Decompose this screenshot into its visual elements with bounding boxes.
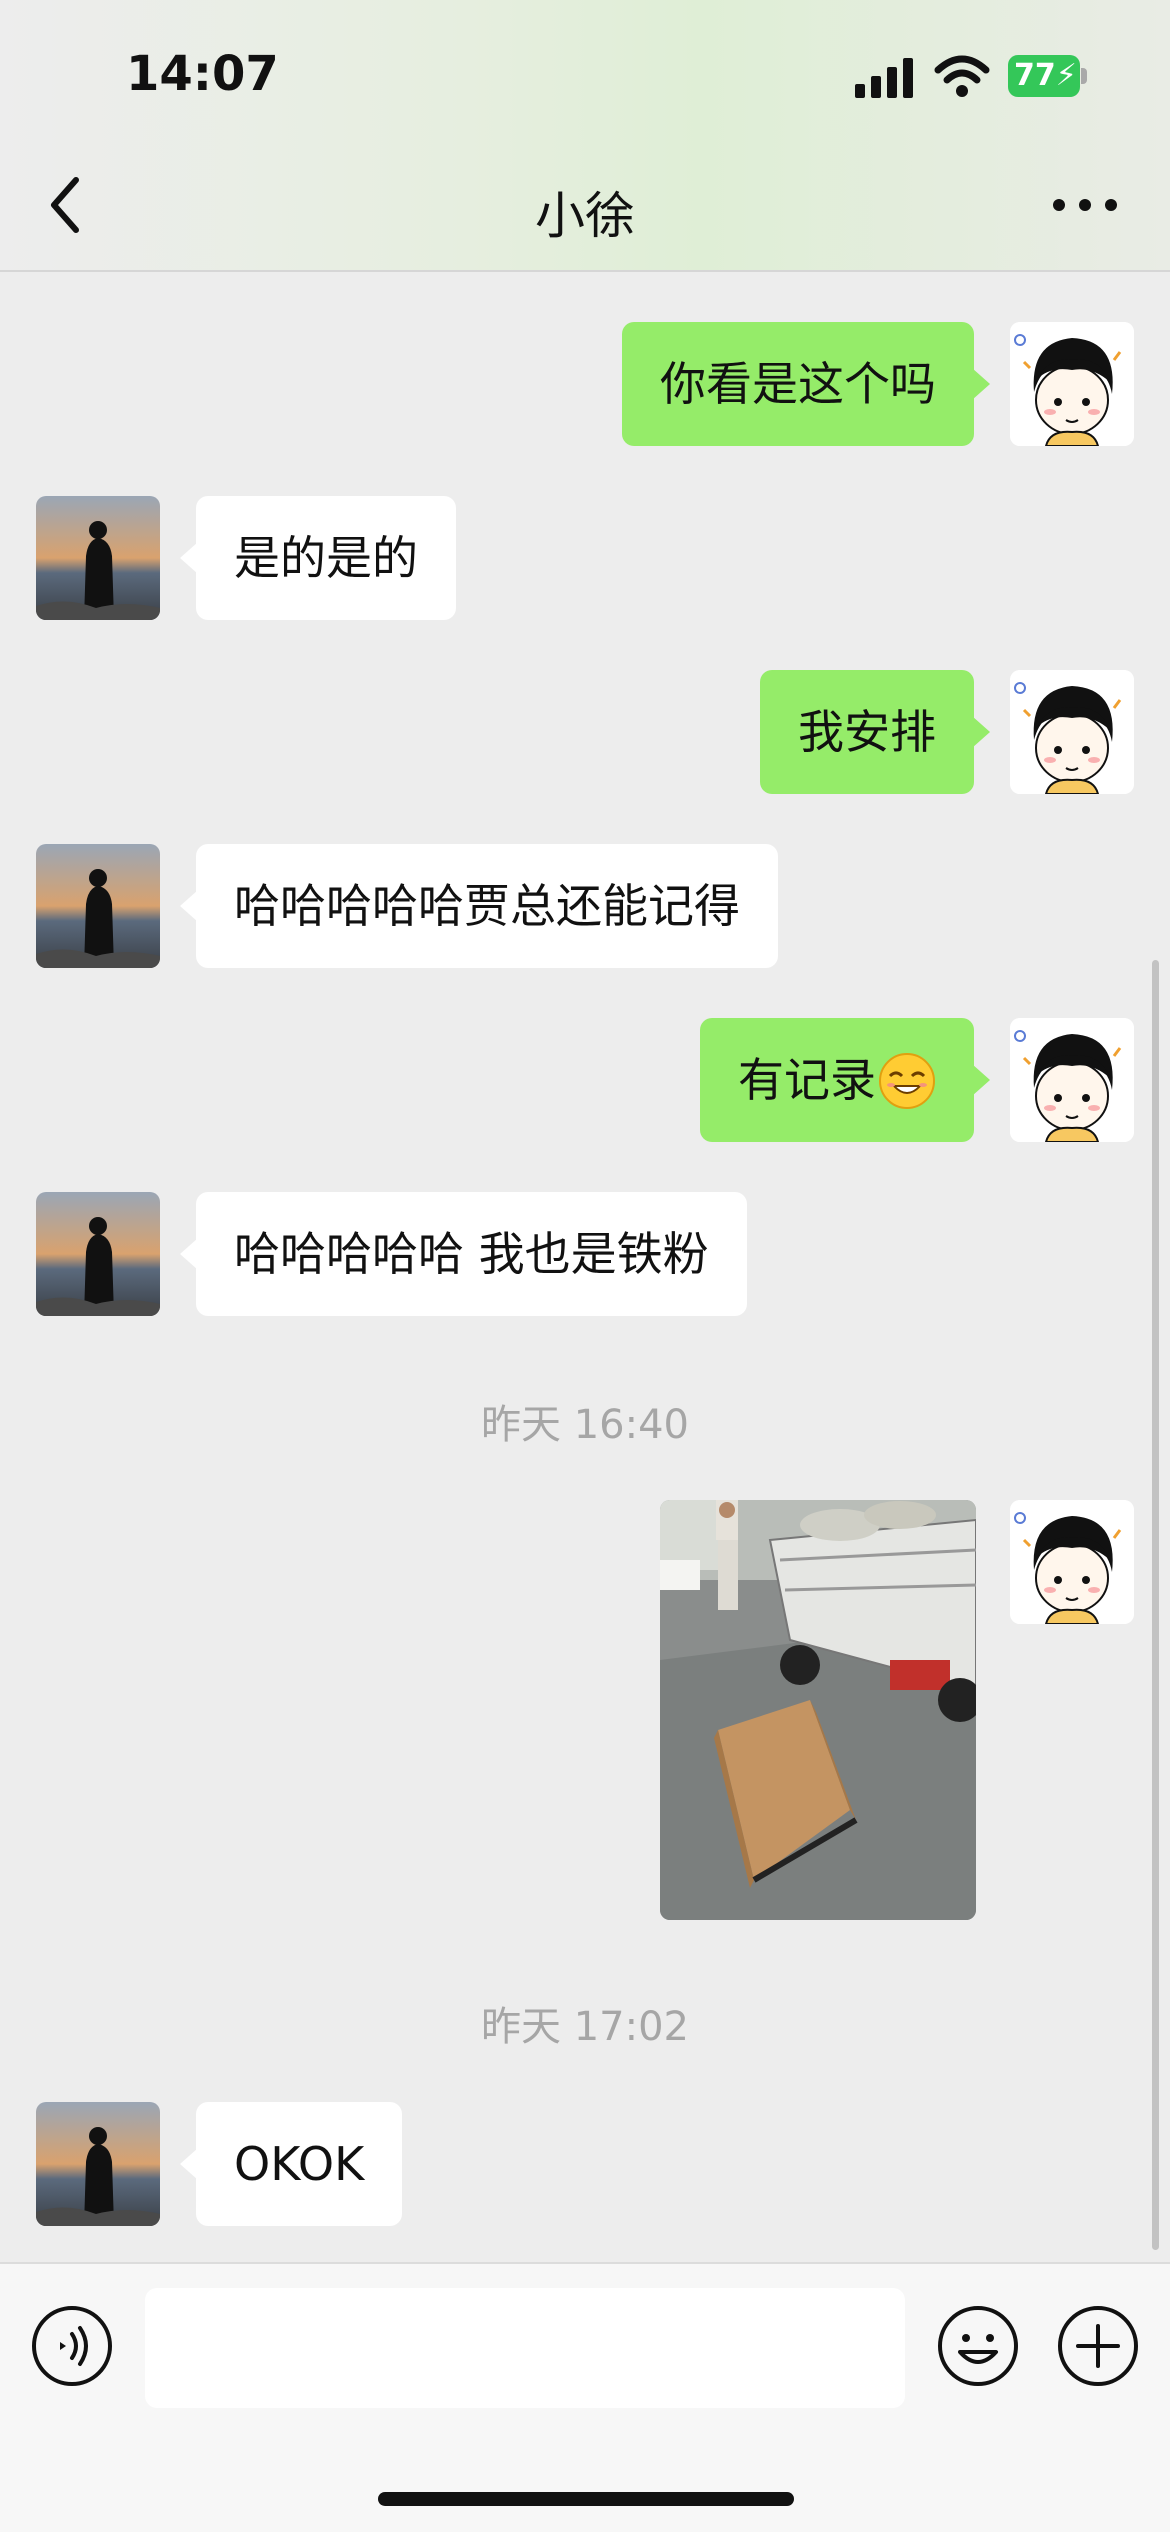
chat-header: 14:07 77⚡ 小徐 (0, 0, 1170, 272)
home-indicator[interactable] (378, 2492, 794, 2506)
input-bar (0, 2262, 1170, 2532)
cartoon-boy-avatar-icon (1010, 670, 1134, 794)
message-bubble-outgoing[interactable]: 有记录 (700, 1018, 990, 1142)
scrollbar[interactable] (1152, 960, 1159, 2250)
message-bubble-outgoing[interactable]: 你看是这个吗 (622, 322, 990, 446)
grin-emoji-icon (879, 1052, 935, 1109)
message-bubble-outgoing[interactable]: 我安排 (760, 670, 990, 794)
chat-title: 小徐 (535, 187, 635, 245)
sunset-silhouette-avatar-icon (36, 844, 160, 968)
more-options-button[interactable] (1050, 190, 1120, 220)
cartoon-boy-avatar-icon (1010, 1500, 1134, 1624)
battery-cap (1081, 68, 1087, 84)
self-avatar[interactable] (1010, 322, 1134, 446)
photo-truck-box (660, 1500, 976, 1920)
contact-avatar[interactable] (36, 844, 160, 968)
message-bubble-incoming[interactable]: 是的是的 (180, 496, 456, 620)
contact-avatar[interactable] (36, 2102, 160, 2226)
image-message[interactable] (660, 1500, 976, 1920)
cellular-signal-icon (855, 58, 913, 98)
battery-indicator: 77⚡ (1008, 55, 1088, 97)
more-functions-button[interactable] (1056, 2304, 1140, 2388)
cartoon-boy-avatar-icon (1010, 1018, 1134, 1142)
self-avatar[interactable] (1010, 670, 1134, 794)
status-time: 14:07 (126, 46, 279, 102)
back-button[interactable] (40, 170, 90, 240)
sunset-silhouette-avatar-icon (36, 2102, 160, 2226)
emoji-button[interactable] (936, 2304, 1020, 2388)
message-input[interactable] (145, 2288, 905, 2408)
charging-bolt-icon: ⚡ (1055, 58, 1077, 93)
message-timestamp: 昨天 17:02 (481, 2004, 689, 2050)
message-bubble-incoming[interactable]: OKOK (179, 2102, 403, 2226)
cartoon-boy-avatar-icon (1010, 322, 1134, 446)
sunset-silhouette-avatar-icon (36, 496, 160, 620)
wifi-icon (934, 55, 990, 97)
chat-screen: 14:07 77⚡ 小徐 你看是这个吗 是的是的 我安排 哈哈哈哈哈贾总还能记得… (0, 0, 1170, 2532)
self-avatar[interactable] (1010, 1018, 1134, 1142)
message-timestamp: 昨天 16:40 (481, 1402, 689, 1448)
battery-level: 77⚡ (1008, 55, 1080, 97)
voice-button[interactable] (30, 2304, 114, 2388)
contact-avatar[interactable] (36, 496, 160, 620)
contact-avatar[interactable] (36, 1192, 160, 1316)
sunset-silhouette-avatar-icon (36, 1192, 160, 1316)
message-bubble-incoming[interactable]: 哈哈哈哈哈贾总还能记得 (180, 844, 778, 968)
message-bubble-incoming[interactable]: 哈哈哈哈哈 我也是铁粉 (180, 1192, 747, 1316)
self-avatar[interactable] (1010, 1500, 1134, 1624)
